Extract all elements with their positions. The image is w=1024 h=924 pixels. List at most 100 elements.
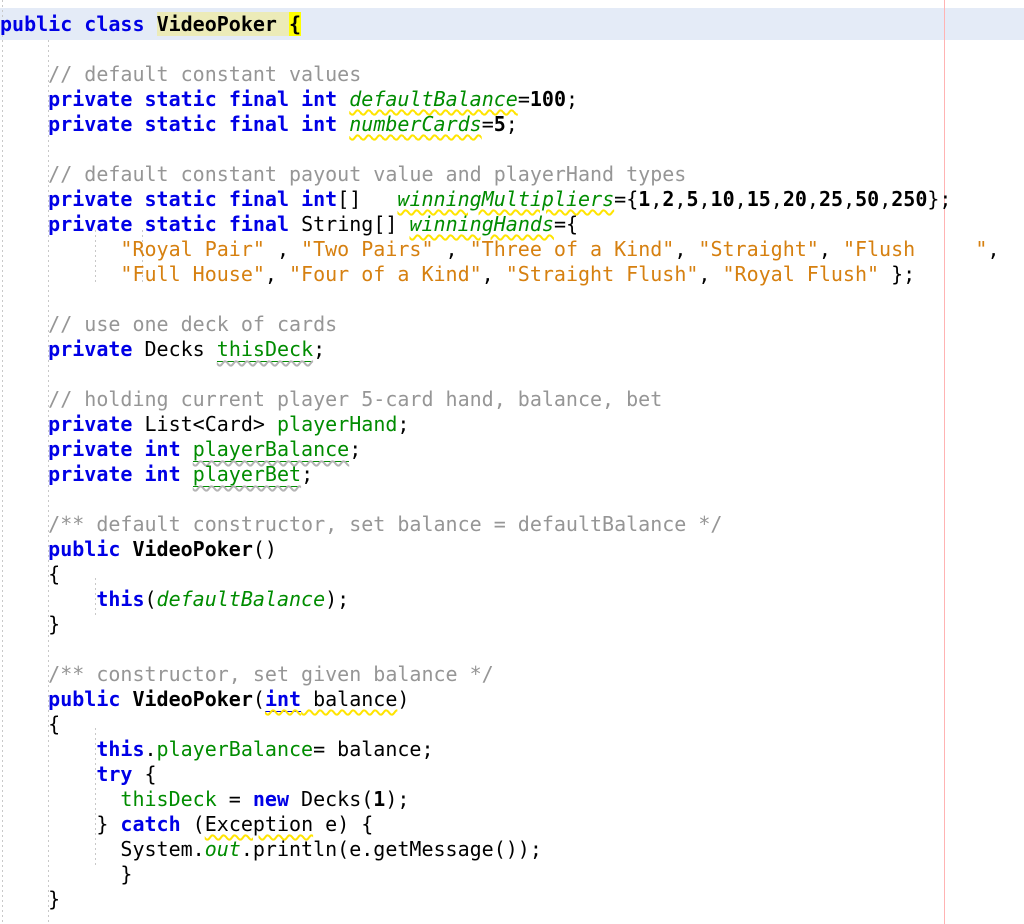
code-token: 1 <box>373 787 385 811</box>
code-line[interactable]: // default constant payout value and pla… <box>0 162 686 187</box>
code-token <box>0 87 48 111</box>
code-token: ; <box>506 112 518 136</box>
code-token: } <box>120 862 132 886</box>
code-token <box>72 12 84 36</box>
code-token: = <box>614 187 626 211</box>
code-token: , <box>698 262 722 286</box>
code-token: ={ <box>554 212 578 236</box>
code-line[interactable]: } <box>0 612 60 637</box>
type-keyword[interactable]: int <box>265 687 301 712</box>
code-line[interactable]: "Royal Pair" , "Two Pairs" , "Three of a… <box>0 237 999 262</box>
code-editor[interactable]: public class VideoPoker { // default con… <box>0 0 1024 924</box>
code-token: ( <box>145 587 157 611</box>
code-token <box>120 687 132 711</box>
code-line[interactable]: private static final int numberCards=5; <box>0 112 518 137</box>
code-token: "Flush " <box>843 237 988 261</box>
code-token: final <box>229 87 289 111</box>
code-line[interactable]: System.out.println(e.getMessage()); <box>0 837 542 862</box>
code-token: thisDeck <box>217 337 313 362</box>
code-line[interactable]: } <box>0 887 60 912</box>
code-line[interactable]: this.playerBalance= balance; <box>0 737 434 762</box>
code-line[interactable]: } catch (Exception e) { <box>0 812 373 837</box>
code-token: class <box>84 12 144 36</box>
code-line[interactable]: private int playerBalance; <box>0 437 361 462</box>
code-line[interactable]: public class VideoPoker { <box>0 12 301 37</box>
code-line[interactable]: this(defaultBalance); <box>0 587 349 612</box>
code-line[interactable]: { <box>0 562 60 587</box>
code-line[interactable]: /** constructor, set given balance */ <box>0 662 494 687</box>
code-token: ; <box>566 87 578 111</box>
code-token: int <box>145 462 181 486</box>
code-line[interactable]: // default constant values <box>0 62 361 87</box>
code-token: winningMultipliers <box>397 187 614 211</box>
code-line[interactable]: "Full House", "Four of a Kind", "Straigh… <box>0 262 915 287</box>
code-token: = balance; <box>313 737 433 761</box>
code-token <box>132 212 144 236</box>
code-token <box>0 312 48 336</box>
code-line[interactable]: /** default constructor, set balance = d… <box>0 512 722 537</box>
code-token: numberCards <box>349 112 481 136</box>
code-line[interactable]: private List<Card> playerHand; <box>0 412 409 437</box>
code-line[interactable]: public VideoPoker() <box>0 537 277 562</box>
code-token <box>132 337 144 361</box>
code-token: 50 <box>855 187 879 211</box>
code-token: String <box>301 212 373 236</box>
code-line[interactable]: thisDeck = new Decks(1); <box>0 787 409 812</box>
code-token: 25 <box>819 187 843 211</box>
code-token: playerBalance <box>193 437 350 462</box>
code-token <box>181 437 193 461</box>
code-token: 1 <box>638 187 650 211</box>
code-token: , <box>735 187 747 211</box>
code-token: // use one deck of cards <box>48 312 337 336</box>
code-token: { <box>48 712 60 736</box>
code-line[interactable]: private int playerBet; <box>0 462 313 487</box>
code-line[interactable]: public VideoPoker(int balance) <box>0 687 409 712</box>
code-token: static <box>145 87 217 111</box>
code-token: "Two Pairs" <box>301 237 433 261</box>
code-token <box>0 212 48 236</box>
code-line[interactable]: private Decks thisDeck; <box>0 337 325 362</box>
code-line[interactable]: // use one deck of cards <box>0 312 337 337</box>
code-token: // holding current player 5-card hand, b… <box>48 387 662 411</box>
code-line[interactable]: private static final int[] winningMultip… <box>0 187 951 212</box>
code-token: "Full House" <box>120 262 265 286</box>
code-token <box>0 62 48 86</box>
code-token: private <box>48 212 132 236</box>
code-token: , <box>650 187 662 211</box>
code-token: = <box>217 787 253 811</box>
code-token: . <box>145 737 157 761</box>
code-token: /** default constructor, set balance = d… <box>48 512 722 536</box>
code-line[interactable]: } <box>0 862 132 887</box>
code-token <box>289 87 301 111</box>
code-token: VideoPoker <box>132 687 252 711</box>
code-token: private <box>48 187 132 211</box>
code-line[interactable]: private static final int defaultBalance=… <box>0 87 578 112</box>
code-token <box>0 237 120 261</box>
code-token <box>265 412 277 436</box>
code-line[interactable]: private static final String[] winningHan… <box>0 212 578 237</box>
code-token <box>0 187 48 211</box>
code-token: ( <box>253 687 265 711</box>
code-token: this <box>96 737 144 761</box>
code-token <box>132 412 144 436</box>
code-line[interactable]: try { <box>0 762 157 787</box>
code-token: ) <box>397 687 409 711</box>
code-line[interactable]: { <box>0 712 60 737</box>
code-token <box>132 187 144 211</box>
code-line[interactable]: // holding current player 5-card hand, b… <box>0 387 662 412</box>
code-token: 5 <box>494 112 506 136</box>
code-token <box>132 87 144 111</box>
code-token: public <box>48 687 120 711</box>
code-token: static <box>145 212 217 236</box>
code-token: = <box>482 112 494 136</box>
code-token: } <box>48 887 60 911</box>
code-token <box>0 112 48 136</box>
code-token <box>0 687 48 711</box>
code-token: } <box>48 612 60 636</box>
code-token: int <box>301 87 337 111</box>
code-token <box>205 337 217 361</box>
code-token: 100 <box>530 87 566 111</box>
code-token: , <box>434 237 470 261</box>
code-token: ); <box>325 587 349 611</box>
code-token: // default constant values <box>48 62 361 86</box>
